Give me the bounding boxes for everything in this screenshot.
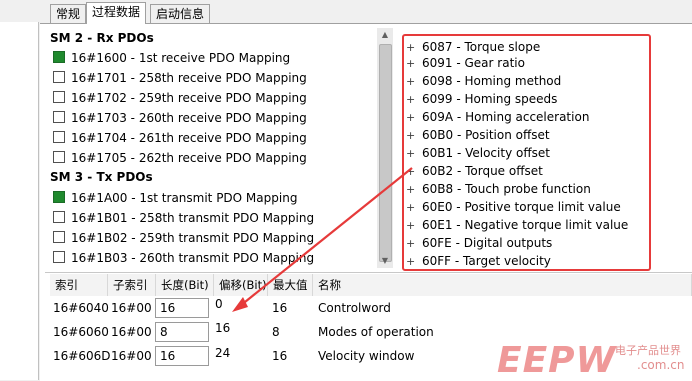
watermark-url: .com.cn [637,358,685,372]
watermark-tagline: 电子产品世界 [615,344,681,357]
watermark-logo: EEPW 电子产品世界 .com.cn [487,336,692,381]
watermark-logo-text: EEPW [497,340,617,381]
tab-process-data[interactable]: 过程数据 [86,2,147,24]
annotation-arrow [232,167,413,312]
